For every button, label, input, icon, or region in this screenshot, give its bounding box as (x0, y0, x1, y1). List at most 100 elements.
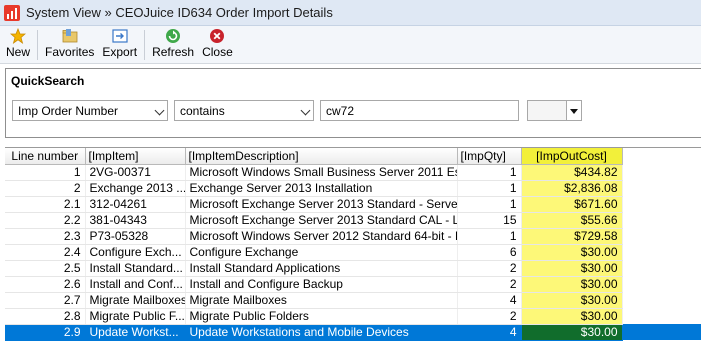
column-header-imp-item[interactable]: [ImpItem] (85, 148, 186, 165)
line-number-cell[interactable]: 2.4 (5, 244, 86, 261)
imp-out-cost-cell[interactable]: $30.00 (521, 276, 623, 293)
imp-qty-cell[interactable]: 4 (457, 324, 522, 341)
table-row[interactable]: 2.1 312-04261 Microsoft Exchange Server 20… (5, 196, 701, 213)
new-button[interactable]: New (2, 26, 34, 64)
imp-out-cost-cell[interactable]: $30.00 (521, 260, 623, 277)
line-number-cell[interactable]: 2.8 (5, 308, 86, 325)
imp-item-cell[interactable]: Configure Exch... (85, 244, 186, 261)
imp-item-description-cell[interactable]: Exchange Server 2013 Installation (185, 180, 458, 197)
refresh-button[interactable]: Refresh (148, 26, 198, 64)
line-number-cell[interactable]: 2.3 (5, 228, 86, 245)
line-number-cell[interactable]: 2 (5, 180, 86, 197)
imp-item-description-cell[interactable]: Microsoft Exchange Server 2013 Standard … (185, 196, 458, 213)
imp-qty-cell[interactable]: 2 (457, 276, 522, 293)
line-number-cell[interactable]: 1 (5, 164, 86, 181)
column-header-imp-qty[interactable]: [ImpQty] (457, 148, 522, 165)
close-label: Close (202, 45, 233, 59)
quicksearch-panel: QuickSearch Imp Order Number contains (5, 68, 701, 138)
imp-qty-cell[interactable]: 2 (457, 260, 522, 277)
search-input[interactable] (320, 100, 519, 121)
imp-item-description-cell[interactable]: Microsoft Windows Server 2012 Standard 6… (185, 228, 458, 245)
line-number-cell[interactable]: 2.2 (5, 212, 86, 229)
table-row[interactable]: 2 Exchange 2013 ... Exchange Server 2013 I… (5, 180, 701, 197)
imp-qty-cell[interactable]: 1 (457, 180, 522, 197)
imp-item-description-cell[interactable]: Install Standard Applications (185, 260, 458, 277)
line-number-cell[interactable]: 2.5 (5, 260, 86, 277)
toolbar-separator (144, 30, 146, 60)
table-row[interactable]: 2.9 Update Workst... Update Workstations a… (5, 324, 701, 341)
row-filler-cell (622, 180, 701, 196)
table-row[interactable]: 2.7 Migrate Mailboxes Migrate Mailboxes 4 $3… (5, 292, 701, 309)
export-button[interactable]: Export (98, 26, 141, 64)
imp-qty-cell[interactable]: 1 (457, 164, 522, 181)
imp-out-cost-cell[interactable]: $30.00 (521, 308, 623, 325)
close-button[interactable]: Close (198, 26, 237, 64)
imp-qty-cell[interactable]: 2 (457, 308, 522, 325)
imp-out-cost-cell[interactable]: $30.00 (521, 244, 623, 261)
imp-item-cell[interactable]: P73-05328 (85, 228, 186, 245)
dropdown-arrow-icon (570, 109, 578, 114)
imp-item-cell[interactable]: Install and Conf... (85, 276, 186, 293)
imp-item-description-cell[interactable]: Microsoft Windows Small Business Server … (185, 164, 458, 181)
imp-item-cell[interactable]: Install Standard... (85, 260, 186, 277)
imp-out-cost-cell[interactable]: $729.58 (521, 228, 623, 245)
table-row[interactable]: 2.5 Install Standard... Install Standard A… (5, 260, 701, 277)
search-operator-select[interactable]: contains (174, 100, 314, 121)
search-field-value: Imp Order Number (18, 104, 119, 118)
row-filler-cell (622, 212, 701, 228)
imp-item-description-cell[interactable]: Update Workstations and Mobile Devices (185, 324, 458, 341)
imp-item-description-cell[interactable]: Install and Configure Backup (185, 276, 458, 293)
imp-qty-cell[interactable]: 6 (457, 244, 522, 261)
imp-item-cell[interactable]: Exchange 2013 ... (85, 180, 186, 197)
imp-item-description-cell[interactable]: Configure Exchange (185, 244, 458, 261)
imp-out-cost-cell[interactable]: $671.60 (521, 196, 623, 213)
toolbar-separator (37, 30, 39, 60)
favorites-label: Favorites (45, 45, 95, 59)
title-bar: System View » CEOJuice ID634 Order Impor… (0, 0, 701, 26)
column-header-line-number[interactable]: Line number (5, 148, 86, 165)
line-number-cell[interactable]: 2.7 (5, 292, 86, 309)
imp-qty-cell[interactable]: 1 (457, 196, 522, 213)
table-row[interactable]: 2.6 Install and Conf... Install and Config… (5, 276, 701, 293)
table-row[interactable]: 2.8 Migrate Public F... Migrate Public Fol… (5, 308, 701, 325)
row-filler-cell (622, 308, 701, 324)
imp-out-cost-cell[interactable]: $434.82 (521, 164, 623, 181)
row-filler-cell (622, 324, 701, 340)
imp-item-cell[interactable]: 381-04343 (85, 212, 186, 229)
imp-out-cost-cell[interactable]: $30.00 (521, 292, 623, 309)
search-extra-select[interactable] (527, 100, 582, 121)
search-operator-value: contains (180, 104, 225, 118)
table-row[interactable]: 2.2 381-04343 Microsoft Exchange Server 20… (5, 212, 701, 229)
line-number-cell[interactable]: 2.6 (5, 276, 86, 293)
imp-out-cost-cell[interactable]: $30.00 (521, 324, 623, 341)
imp-item-description-cell[interactable]: Migrate Mailboxes (185, 292, 458, 309)
imp-item-cell[interactable]: 2VG-00371 (85, 164, 186, 181)
imp-item-cell[interactable]: Migrate Mailboxes (85, 292, 186, 309)
imp-item-cell[interactable]: Update Workst... (85, 324, 186, 341)
row-filler-cell (622, 260, 701, 276)
line-number-cell[interactable]: 2.9 (5, 324, 86, 341)
chevron-down-icon (154, 105, 165, 116)
column-header-imp-item-description[interactable]: [ImpItemDescription] (185, 148, 458, 165)
imp-item-cell[interactable]: 312-04261 (85, 196, 186, 213)
imp-item-description-cell[interactable]: Microsoft Exchange Server 2013 Standard … (185, 212, 458, 229)
table-row[interactable]: 1 2VG-00371 Microsoft Windows Small Busine… (5, 164, 701, 181)
line-number-cell[interactable]: 2.1 (5, 196, 86, 213)
imp-item-cell[interactable]: Migrate Public F... (85, 308, 186, 325)
favorites-button[interactable]: Favorites (41, 26, 98, 64)
column-header-imp-out-cost[interactable]: [ImpOutCost] (521, 148, 623, 165)
imp-qty-cell[interactable]: 15 (457, 212, 522, 229)
imp-item-description-cell[interactable]: Migrate Public Folders (185, 308, 458, 325)
table-row[interactable]: 2.4 Configure Exch... Configure Exchange 6 $… (5, 244, 701, 261)
search-field-select[interactable]: Imp Order Number (12, 100, 168, 121)
imp-qty-cell[interactable]: 4 (457, 292, 522, 309)
results-grid[interactable]: Line number [ImpItem] [ImpItemDescriptio… (5, 147, 701, 359)
favorites-folder-icon (62, 29, 78, 43)
imp-out-cost-cell[interactable]: $2,836.08 (521, 180, 623, 197)
search-extra-field[interactable] (527, 100, 567, 121)
imp-out-cost-cell[interactable]: $55.66 (521, 212, 623, 229)
refresh-icon (166, 29, 181, 43)
table-row[interactable]: 2.3 P73-05328 Microsoft Windows Server 201… (5, 228, 701, 245)
imp-qty-cell[interactable]: 1 (457, 228, 522, 245)
search-extra-dropdown-button[interactable] (567, 100, 582, 121)
